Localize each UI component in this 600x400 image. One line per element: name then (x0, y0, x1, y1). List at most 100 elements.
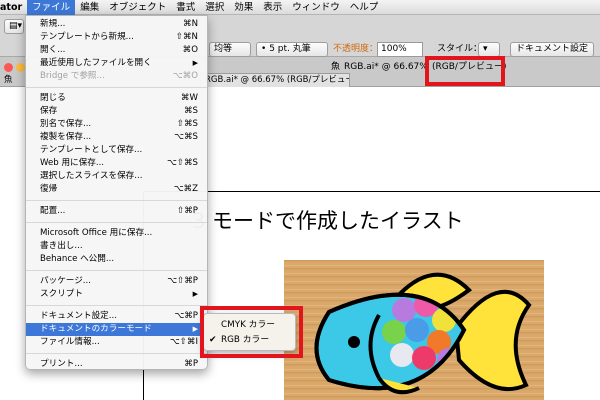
file-menu-item[interactable]: パッケージ... ⌥⇧⌘P (26, 275, 207, 288)
file-menu-item[interactable]: 閉じる ⌘W (26, 92, 207, 105)
menu-3[interactable]: オブジェクト (104, 0, 171, 15)
document-tab[interactable]: RGB.ai* @ 66.67% (RGB/プレビュー) (200, 73, 350, 87)
menu-item-label: 復帰 (40, 184, 58, 194)
style-label: スタイル： (437, 44, 483, 54)
window-minimize-button[interactable] (16, 63, 25, 72)
menu-separator (26, 200, 207, 201)
menu-2[interactable]: 編集 (75, 0, 104, 15)
file-menu-item[interactable]: 書き出し... (26, 240, 207, 253)
menu-item-label: 書き出し... (40, 241, 83, 251)
menu-item-label: Microsoft Office 用に保存... (40, 228, 153, 238)
menu-item-label: ドキュメント設定... (40, 311, 117, 321)
file-menu-item[interactable]: 配置... ⇧⌘P (26, 205, 207, 218)
menu-item-label: テンプレートとして保存... (40, 145, 143, 155)
submenu-arrow-icon: ▶ (192, 290, 198, 298)
brush-select[interactable]: • 5 pt. 丸筆 (256, 42, 328, 57)
menu-item-label: プリント... (40, 359, 83, 369)
file-menu-item[interactable]: 最近使用したファイルを開く ▶ (26, 57, 207, 70)
stroke-profile-value: 均等 (214, 44, 233, 54)
file-menu-item[interactable]: スクリプト ▶ (26, 288, 207, 301)
file-menu-item[interactable]: ファイル情報... ⌥⇧⌘I (26, 336, 207, 349)
menu-separator (26, 353, 207, 354)
menu-item-label: 配置... (40, 206, 66, 216)
menu-5[interactable]: 選択 (200, 0, 229, 15)
stroke-profile-select[interactable]: 均等 (209, 42, 251, 57)
window-title: RGB.ai* @ 66.67% (344, 62, 428, 72)
document-heading: 3 モードで作成したイラスト (192, 209, 464, 233)
file-menu-item[interactable]: Microsoft Office 用に保存... (26, 227, 207, 240)
panel-toggle-button[interactable]: ▤▾ (4, 19, 24, 34)
menu-7[interactable]: 表示 (258, 0, 287, 15)
menu-item-shortcut: ⌘W (180, 93, 198, 103)
menu-1[interactable]: ファイル (27, 0, 76, 15)
file-menu-item[interactable]: 新規... ⌘N (26, 18, 207, 31)
menu-item-shortcut: ⇧⌘S (176, 119, 198, 129)
opacity-field[interactable]: 100% (377, 42, 423, 57)
menu-item-shortcut: ⌘O (182, 45, 198, 55)
menu-item-label: 保存 (40, 106, 58, 116)
document-tab-label: RGB.ai* @ 66.67% (RGB/プレビュー) (205, 75, 350, 85)
submenu-arrow-icon: ▶ (192, 59, 198, 67)
menu-item-shortcut: ⇧⌘N (175, 32, 198, 42)
file-menu-dropdown: 新規... ⌘N テンプレートから新規... ⇧⌘N 開く... ⌘O 最近使用したファイル… (25, 15, 208, 370)
menu-item-shortcut: ⌥⇧⌘I (169, 337, 198, 347)
menu-item-label: Web 用に保存... (40, 158, 105, 168)
menu-item-label: 選択したスライスを保存... (40, 171, 143, 181)
file-menu-item[interactable]: 複製を保存... ⌥⌘S (26, 131, 207, 144)
menu-item-label: 複製を保存... (40, 132, 92, 142)
file-menu-item[interactable]: 復帰 ⌥⌘Z (26, 183, 207, 196)
menu-item-label: パッケージ... (40, 276, 91, 286)
file-menu-item: Bridge で参照... ⌥⌘O (26, 70, 207, 83)
app-menu[interactable]: ator (0, 0, 27, 15)
annotation-box-submenu (200, 306, 303, 358)
file-menu-item[interactable]: ドキュメントのカラーモード ▶ (26, 323, 207, 336)
menu-item-shortcut: ⌥⇧⌘S (166, 158, 198, 168)
window-close-button[interactable] (4, 63, 13, 72)
menu-item-shortcut: ⌥⌘O (172, 71, 198, 81)
menu-separator (26, 270, 207, 271)
brush-value: 5 pt. 丸筆 (269, 44, 311, 54)
fish-illustration (284, 260, 544, 400)
menu-8[interactable]: ウィンドウ (287, 0, 345, 15)
menu-item-label: 閉じる (40, 93, 66, 103)
file-menu-item[interactable]: テンプレートから新規... ⇧⌘N (26, 31, 207, 44)
menu-item-shortcut: ⌥⌘S (174, 132, 198, 142)
menu-6[interactable]: 効果 (229, 0, 258, 15)
file-menu-item[interactable]: Behance へ公開... (26, 253, 207, 266)
menu-item-label: ドキュメントのカラーモード (40, 324, 152, 334)
menu-item-label: ファイル情報... (40, 337, 100, 347)
brush-dot-icon: • (261, 44, 267, 54)
menu-item-label: Bridge で参照... (40, 71, 105, 81)
menu-item-shortcut: ⌥⇧⌘P (167, 276, 198, 286)
artboard-edge-top (143, 191, 600, 192)
file-menu-item[interactable]: 開く... ⌘O (26, 44, 207, 57)
menu-9[interactable]: ヘルプ (345, 0, 384, 15)
file-menu-item[interactable]: プリント... ⌘P (26, 358, 207, 371)
menu-item-shortcut: ⌥⌘P (174, 311, 198, 321)
menu-item-shortcut: ⇧⌘P (177, 206, 198, 216)
menu-bar: ator ファイル 編集 オブジェクト 書式 選択 効果 表示 ウィンドウ ヘルプ (0, 0, 600, 15)
file-menu-item[interactable]: 選択したスライスを保存... (26, 170, 207, 183)
opacity-label: 不透明度： (333, 44, 379, 54)
menu-item-shortcut: ⌘S (183, 106, 198, 116)
tab-left-label[interactable]: 魚 (4, 73, 13, 88)
menu-4[interactable]: 書式 (171, 0, 200, 15)
menu-item-label: Behance へ公開... (40, 254, 115, 264)
menu-item-shortcut: ⌘P (184, 359, 198, 369)
file-menu-item[interactable]: 別名で保存... ⇧⌘S (26, 118, 207, 131)
menu-item-shortcut: ⌘N (182, 19, 198, 29)
menu-item-label: 別名で保存... (40, 119, 92, 129)
fish-eye (348, 336, 360, 348)
document-setup-button[interactable]: ドキュメント設定 (510, 42, 594, 57)
menu-item-label: 開く... (40, 45, 66, 55)
file-menu-item[interactable]: ドキュメント設定... ⌥⌘P (26, 310, 207, 323)
menu-separator (26, 87, 207, 88)
submenu-arrow-icon: ▶ (192, 325, 198, 333)
menu-item-label: テンプレートから新規... (40, 32, 134, 42)
menu-separator (26, 305, 207, 306)
file-menu-item[interactable]: Web 用に保存... ⌥⇧⌘S (26, 157, 207, 170)
menu-item-label: 最近使用したファイルを開く (40, 58, 152, 68)
file-menu-item[interactable]: テンプレートとして保存... (26, 144, 207, 157)
file-menu-item[interactable]: 保存 ⌘S (26, 105, 207, 118)
style-swatch-button[interactable]: ▾ (478, 42, 500, 57)
